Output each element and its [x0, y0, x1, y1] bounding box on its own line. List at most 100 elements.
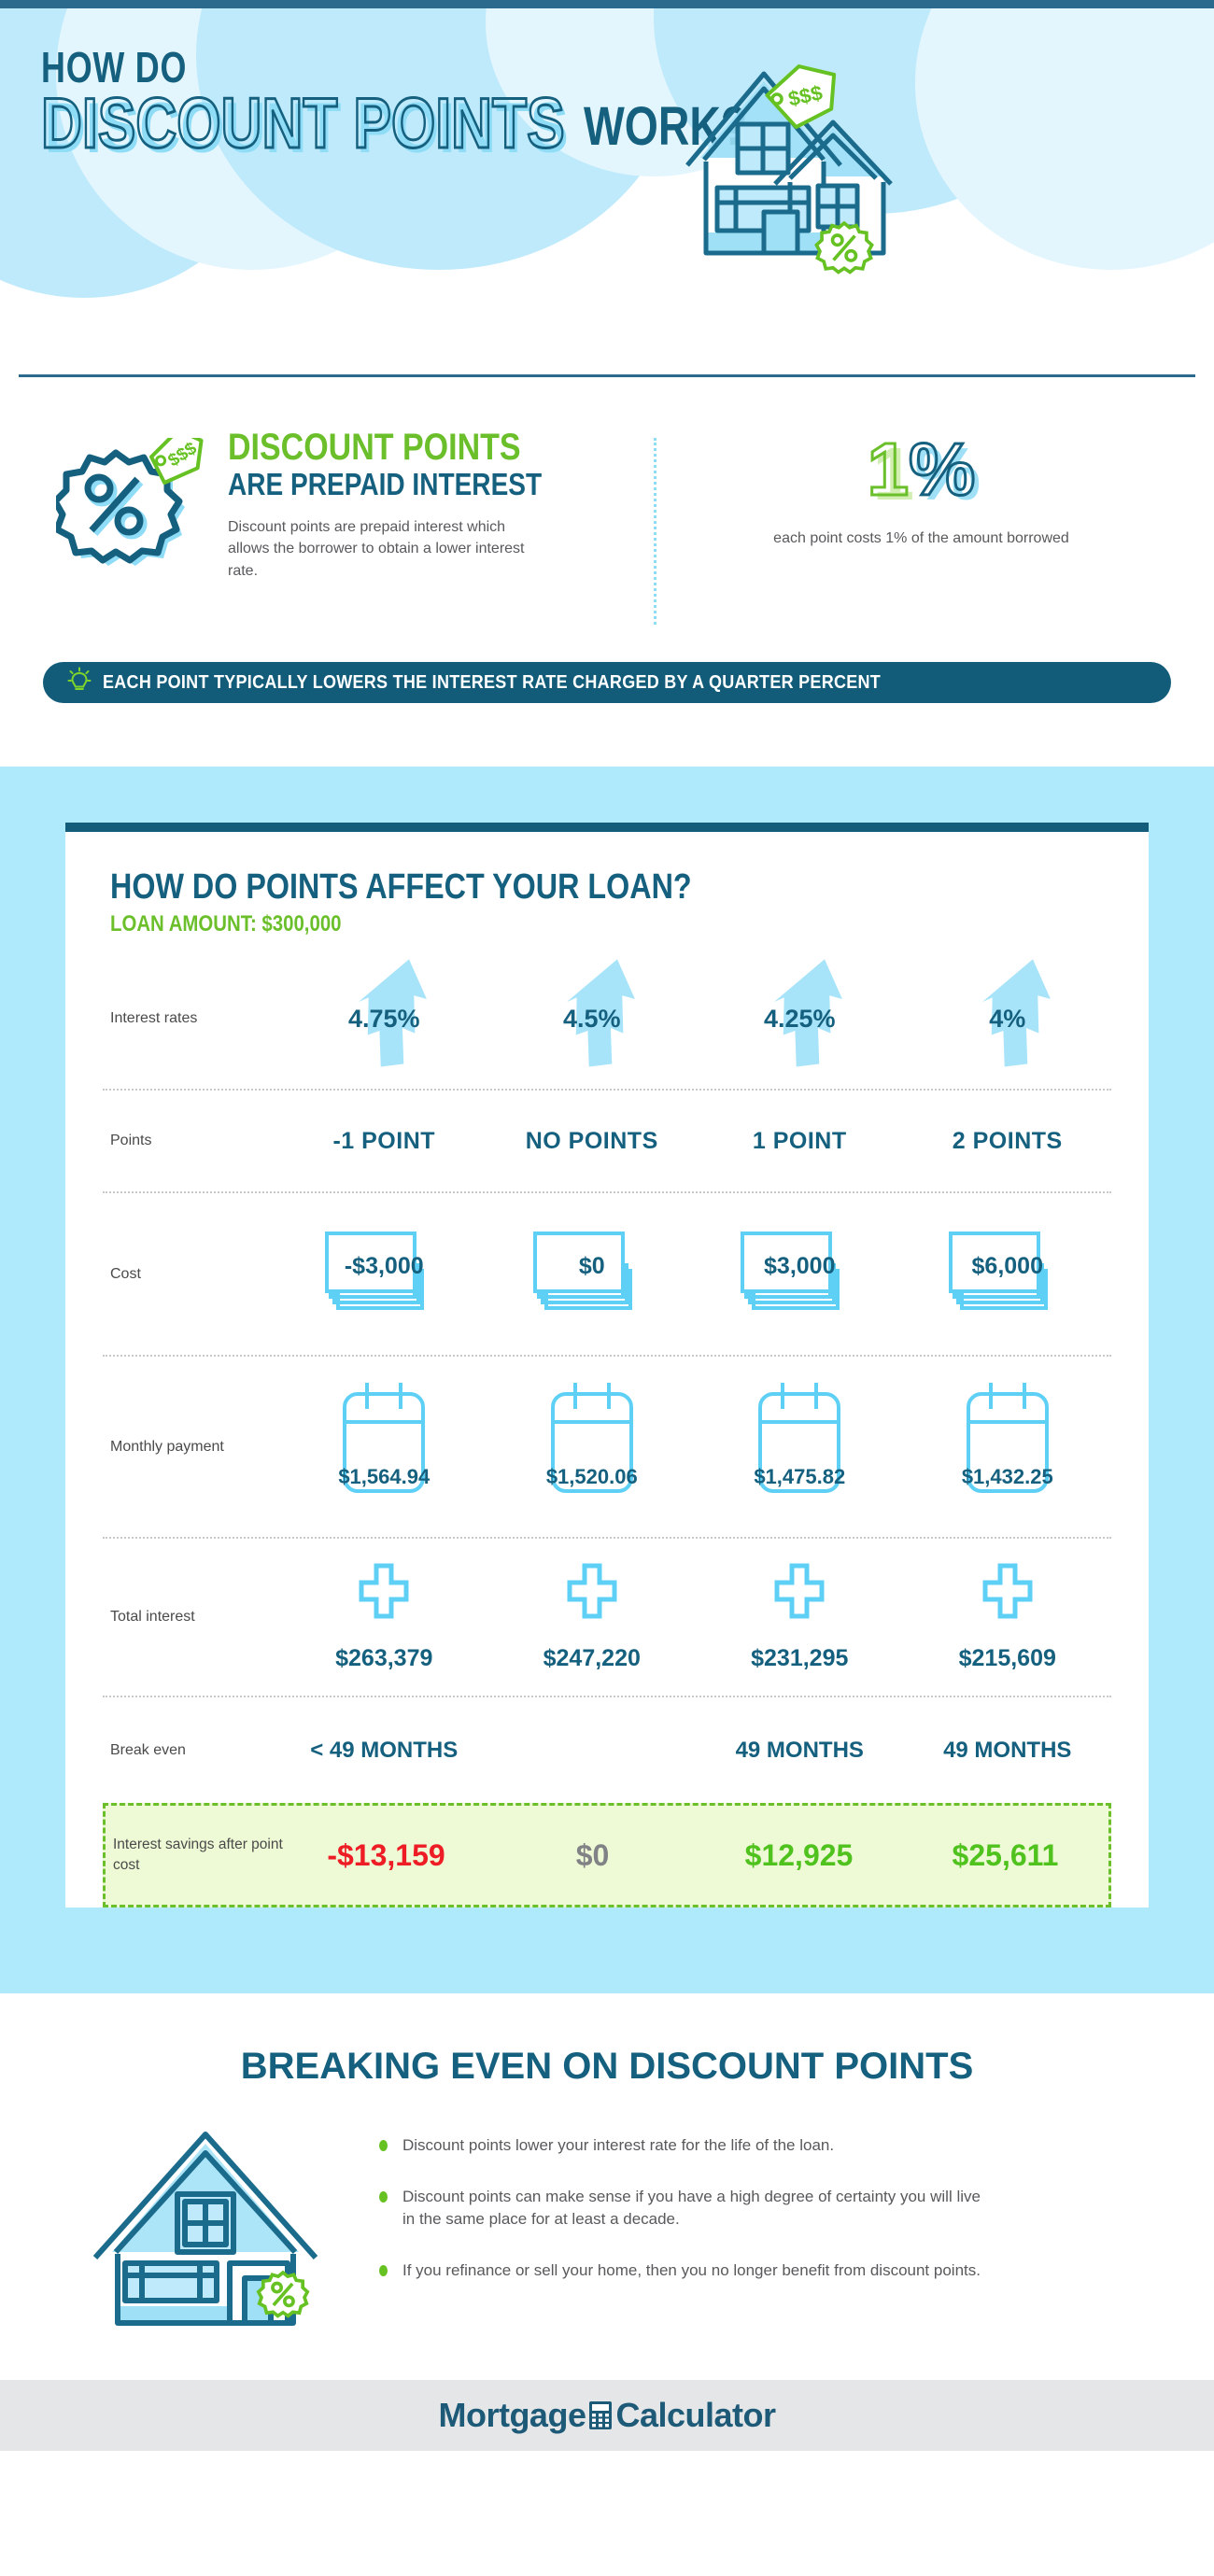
table-cell: 1 POINT [696, 1128, 904, 1155]
table-row: Points -1 POINT NO POINTS 1 POINT 2 POIN… [103, 1089, 1111, 1191]
intro-text-block: DISCOUNT POINTS ARE PREPAID INTEREST Dis… [215, 429, 616, 582]
cell-value: $0 [578, 1253, 605, 1279]
row-label-cost: Cost [110, 1265, 141, 1282]
row-label-total-interest: Total interest [110, 1609, 195, 1626]
table-cell: $0 [489, 1838, 696, 1873]
footer: Mortgage Calculator [0, 2380, 1214, 2451]
list-item: Discount points lower your interest rate… [379, 2134, 1158, 2158]
table-cell: $25,611 [902, 1838, 1108, 1873]
cell-value: -$3,000 [344, 1253, 424, 1279]
cell-value: 4.75% [347, 1004, 420, 1033]
cell-value: 49 MONTHS [943, 1737, 1072, 1763]
cell-value: $1,564.94 [338, 1464, 431, 1488]
plus-icon [981, 1562, 1034, 1625]
percent-seal-with-dollar-tag-icon: $$$ [51, 428, 215, 592]
table-cell: 49 MONTHS [904, 1738, 1112, 1764]
cell-value: 4.5% [562, 1004, 621, 1033]
hero-line-2: DISCOUNT POINTS [40, 84, 566, 163]
logo-text-part1: Mortgage [438, 2396, 586, 2434]
intro-heading-blue: ARE PREPAID INTEREST [228, 467, 543, 501]
top-rule [0, 0, 1214, 8]
table-cell: $215,609 [904, 1556, 1112, 1678]
vertical-dotted-divider [654, 438, 656, 625]
table-cell: $12,925 [696, 1838, 902, 1873]
list-item: Discount points can make sense if you ha… [379, 2186, 1158, 2231]
loan-table-card: HOW DO POINTS AFFECT YOUR LOAN? LOAN AMO… [65, 823, 1149, 1907]
loan-comparison-table: Interest rates 4.75% 4.5% 4.25% 4% Point… [65, 949, 1149, 1803]
stat-number: 1% [685, 430, 1158, 508]
row-label-points: Points [110, 1133, 152, 1149]
table-cell: $231,295 [696, 1556, 904, 1678]
list-item: If you refinance or sell your home, then… [379, 2259, 1158, 2283]
cell-value: 1 POINT [752, 1127, 847, 1154]
tip-banner: EACH POINT TYPICALLY LOWERS THE INTEREST… [43, 662, 1171, 703]
intro-heading-green: DISCOUNT POINTS [228, 427, 521, 468]
bullet-text: Discount points lower your interest rate… [402, 2136, 835, 2154]
tip-banner-wrapper: EACH POINT TYPICALLY LOWERS THE INTEREST… [0, 625, 1214, 703]
tip-banner-text: EACH POINT TYPICALLY LOWERS THE INTEREST… [103, 671, 882, 693]
table-cell: $263,379 [280, 1556, 488, 1678]
cell-value: $0 [575, 1837, 610, 1872]
table-cell: 4.5% [488, 958, 697, 1079]
calculator-icon [588, 2400, 613, 2430]
table-cell: $247,220 [488, 1556, 697, 1678]
cell-value: -1 POINT [332, 1127, 436, 1154]
bullet-text: Discount points can make sense if you ha… [402, 2187, 981, 2229]
cell-value: $231,295 [751, 1645, 849, 1671]
breaking-even-section: BREAKING EVEN ON DISCOUNT POINTS Discoun… [0, 1993, 1214, 2380]
loan-table-section: HOW DO POINTS AFFECT YOUR LOAN? LOAN AMO… [0, 767, 1214, 1993]
table-cell: $1,432.25 [904, 1377, 1112, 1517]
hero-section: $$$ HOW DO DISCOUNT POINTS WORK? [0, 8, 1214, 391]
cell-value: -$13,159 [327, 1837, 445, 1872]
cell-value: 4% [989, 1004, 1026, 1033]
row-label-break-even: Break even [110, 1741, 186, 1758]
cell-value: < 49 MONTHS [310, 1737, 459, 1763]
cell-value: $1,520.06 [545, 1464, 638, 1488]
table-cell: 2 POINTS [904, 1128, 1112, 1155]
row-label-interest-rates: Interest rates [110, 1010, 198, 1027]
plus-icon [358, 1562, 410, 1625]
intro-section: $$$ DISCOUNT POINTS ARE PREPAID INTEREST… [0, 391, 1214, 625]
logo-text-part2: Calculator [615, 2396, 776, 2434]
table-row: Interest rates 4.75% 4.5% 4.25% 4% [103, 949, 1111, 1089]
cell-value: $12,925 [744, 1837, 854, 1872]
loan-table-header: HOW DO POINTS AFFECT YOUR LOAN? LOAN AMO… [65, 832, 1149, 937]
cell-value: 2 POINTS [952, 1127, 1063, 1154]
cell-value: NO POINTS [525, 1127, 658, 1154]
house-with-percent-seal-icon [56, 2114, 364, 2343]
table-cell: $0 [488, 1218, 697, 1330]
table-cell: -$13,159 [283, 1838, 489, 1873]
cell-value: $215,609 [958, 1645, 1056, 1671]
table-cell: 4.25% [696, 958, 904, 1079]
hero-underline [19, 374, 1195, 377]
bullet-dot-icon [379, 2140, 388, 2151]
house-with-price-tag-icon: $$$ [663, 46, 906, 284]
row-label-monthly-payment: Monthly payment [110, 1438, 224, 1455]
stat-number-symbol: % [908, 428, 977, 511]
table-cell: NO POINTS [488, 1128, 697, 1155]
table-cell: $3,000 [696, 1218, 904, 1330]
table-cell [488, 1738, 697, 1764]
cell-value: 4.25% [763, 1004, 836, 1033]
interest-savings-row: Interest savings after point cost -$13,1… [103, 1803, 1111, 1907]
bullet-dot-icon [379, 2264, 388, 2276]
mortgage-calculator-logo[interactable]: Mortgage Calculator [438, 2396, 776, 2435]
table-row: Monthly payment $1,564.94 $1,520.06 $1,4… [103, 1355, 1111, 1537]
plus-icon [773, 1562, 826, 1625]
table-cell: $1,520.06 [488, 1377, 697, 1517]
cell-value: 49 MONTHS [735, 1737, 864, 1763]
cell-value: $1,475.82 [754, 1464, 846, 1488]
table-cell: < 49 MONTHS [280, 1738, 488, 1764]
table-row: Total interest $263,379 $247,220 $231,29… [103, 1537, 1111, 1696]
table-cell: 49 MONTHS [696, 1738, 904, 1764]
table-row: Cost -$3,000 $0 $3,000 $6,000 [103, 1191, 1111, 1355]
stat-caption: each point costs 1% of the amount borrow… [773, 530, 1069, 546]
plus-icon [566, 1562, 618, 1625]
cell-value: $3,000 [764, 1253, 836, 1279]
row-label-interest-savings: Interest savings after point cost [113, 1836, 283, 1873]
bullet-dot-icon [379, 2190, 388, 2203]
breaking-even-title: BREAKING EVEN ON DISCOUNT POINTS [240, 2046, 974, 2087]
cell-value: $1,432.25 [961, 1464, 1053, 1488]
cell-value: $263,379 [335, 1645, 433, 1671]
table-cell: -$3,000 [280, 1218, 488, 1330]
